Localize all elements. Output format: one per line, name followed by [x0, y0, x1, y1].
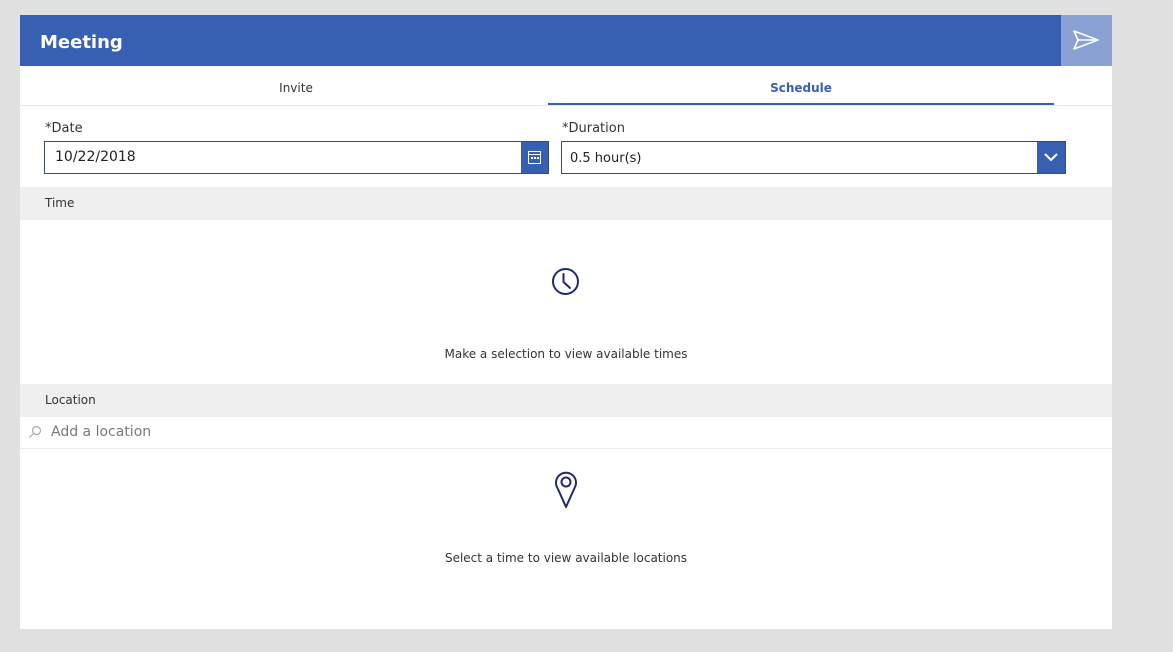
chevron-down-icon — [1044, 153, 1058, 162]
duration-label: *Duration — [562, 121, 625, 136]
search-icon — [29, 425, 42, 438]
tab-bar: Invite Schedule — [20, 66, 1112, 105]
clock-icon — [552, 268, 579, 295]
send-icon — [1073, 30, 1099, 50]
date-field[interactable]: 10/22/2018 — [44, 141, 549, 174]
date-value[interactable]: 10/22/2018 — [55, 142, 136, 173]
send-button[interactable] — [1061, 15, 1112, 66]
time-section-title: Time — [45, 196, 75, 210]
location-search-placeholder: Add a location — [51, 424, 152, 440]
date-label: *Date — [45, 121, 83, 136]
time-empty-message: Make a selection to view available times — [444, 347, 688, 361]
time-section-header: Time — [20, 187, 1112, 220]
tab-schedule[interactable]: Schedule — [548, 66, 1054, 105]
calendar-icon — [528, 151, 541, 164]
duration-dropdown[interactable]: 0.5 hour(s) — [561, 141, 1066, 174]
meeting-app: Meeting Invite Schedule *Date 10/22/2018… — [20, 15, 1112, 629]
location-search-input[interactable]: Add a location — [20, 416, 1112, 449]
location-empty-message: Select a time to view available location… — [444, 551, 688, 565]
location-section-title: Location — [45, 393, 96, 407]
duration-value[interactable]: 0.5 hour(s) — [570, 142, 642, 175]
app-header: Meeting — [20, 15, 1112, 66]
location-section-header: Location — [20, 384, 1112, 417]
map-pin-icon — [555, 471, 577, 508]
page-title: Meeting — [40, 32, 123, 53]
calendar-button[interactable] — [521, 142, 548, 173]
divider — [20, 105, 1112, 106]
duration-dropdown-button[interactable] — [1037, 142, 1065, 173]
tab-invite[interactable]: Invite — [20, 66, 572, 105]
